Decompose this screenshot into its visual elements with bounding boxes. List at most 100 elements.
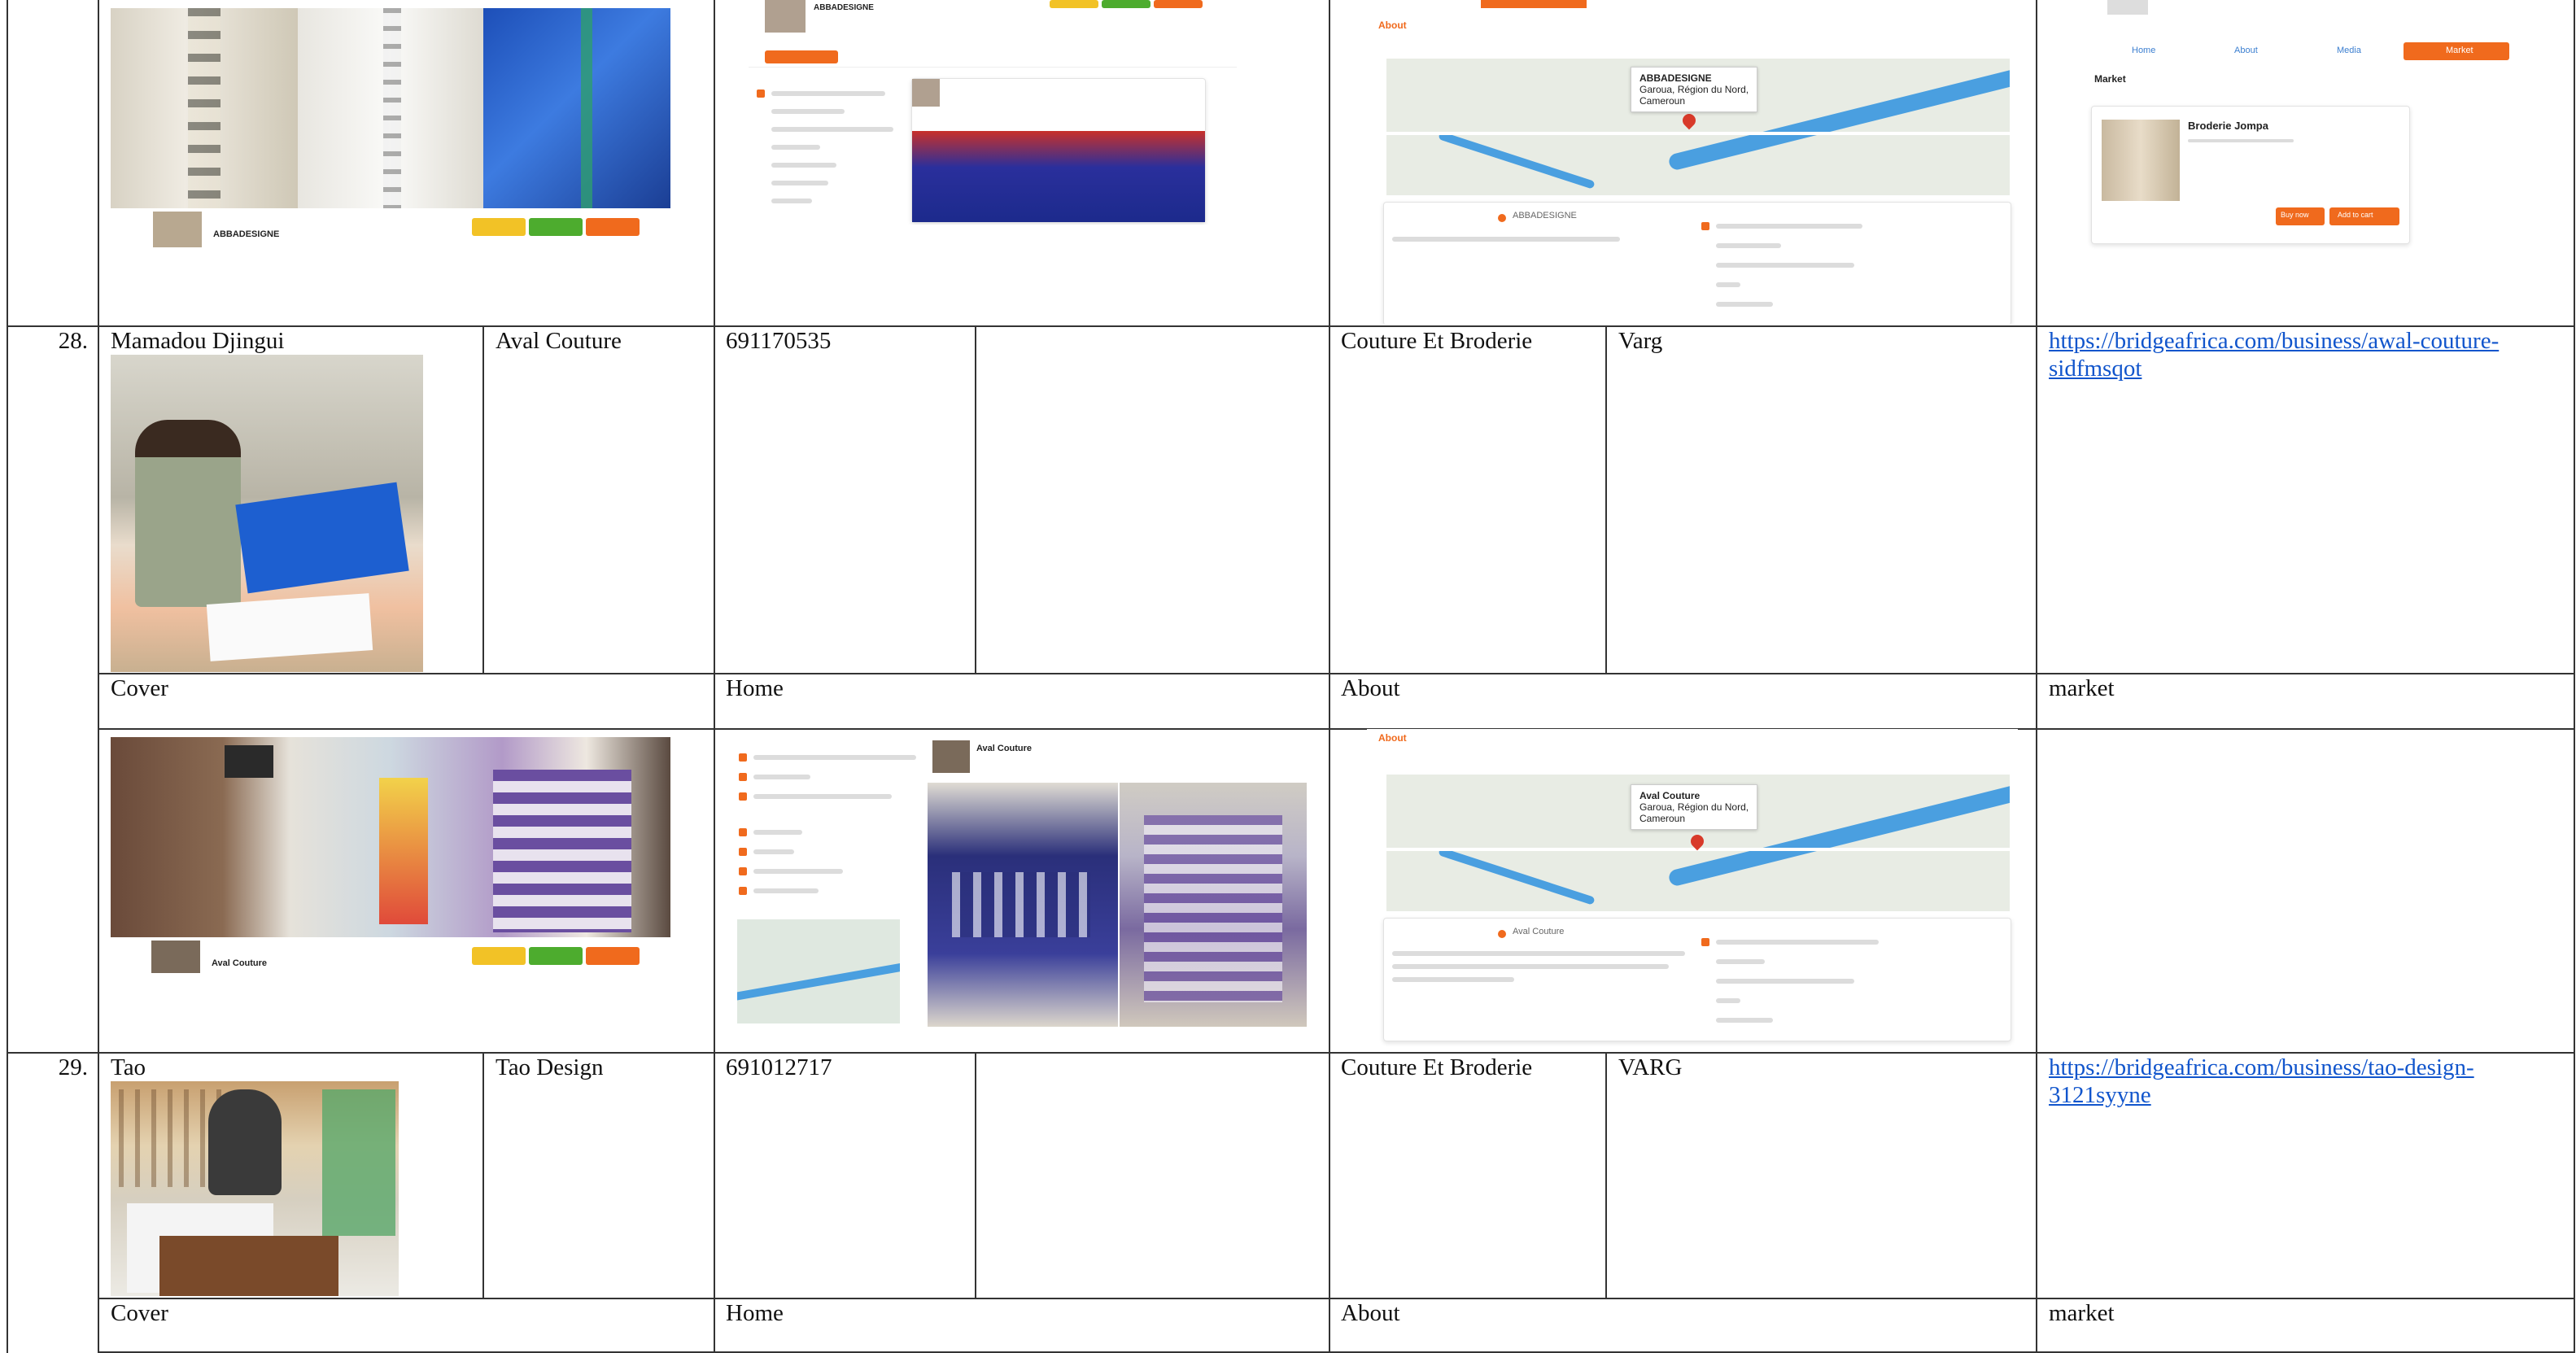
post-card [911, 78, 1206, 223]
info-line [753, 775, 810, 779]
avatar [2107, 0, 2148, 15]
info-line [753, 888, 819, 893]
tab-active[interactable] [765, 50, 838, 63]
tab-media[interactable]: Media [2337, 46, 2361, 55]
about-heading: About [1378, 732, 1407, 744]
garment [379, 778, 428, 924]
message-button[interactable] [529, 218, 583, 236]
cover-screenshot: Aval Couture [111, 737, 670, 975]
chair [322, 1089, 395, 1236]
table-divider [98, 0, 99, 1353]
category: Couture Et Broderie [1341, 328, 1533, 354]
avatar [765, 0, 806, 33]
home-business-name: ABBADESIGNE [814, 3, 874, 12]
cover-screenshot: ABBADESIGNE [111, 8, 670, 249]
river [1438, 131, 1596, 190]
avatar [153, 212, 202, 247]
ac-unit [225, 745, 273, 778]
business-link[interactable]: https://bridgeafrica.com/business/tao-de… [2049, 1054, 2537, 1109]
info-line [771, 109, 845, 114]
info-icon [757, 89, 765, 98]
map-bubble-line: Cameroun [1639, 95, 1686, 107]
message-button[interactable] [529, 947, 583, 965]
person-photo [111, 1081, 399, 1296]
info-icon [739, 753, 747, 762]
pattern [1144, 815, 1282, 1002]
row-number: 29. [58, 1054, 88, 1080]
business-link[interactable]: https://bridgeafrica.com/business/awal-c… [2049, 327, 2537, 382]
market-heading: Market [2094, 73, 2126, 85]
follow-button[interactable] [472, 218, 526, 236]
tab-market[interactable]: Market [2404, 42, 2509, 60]
business-link-text[interactable]: sidfmsqot [2049, 356, 2142, 382]
community-button [1154, 0, 1203, 8]
product-card[interactable]: Broderie Jompa Buy now Add to cart [2091, 106, 2410, 244]
info-line [771, 127, 893, 132]
info-line [1716, 940, 1879, 945]
table-border-right [2574, 0, 2575, 1353]
cover-business-name: Aval Couture [212, 958, 268, 968]
label-cover: Cover [111, 1300, 168, 1326]
info-icon [1701, 222, 1709, 230]
business-link-text[interactable]: https://bridgeafrica.com/business/awal-c… [2049, 328, 2499, 354]
info-line [771, 199, 812, 203]
info-icon [739, 828, 747, 836]
add-to-cart-button[interactable]: Add to cart [2329, 207, 2399, 225]
table-border-left [7, 0, 8, 1353]
product-title: Broderie Jompa [2188, 120, 2268, 132]
road [1386, 132, 2010, 135]
community-button[interactable] [586, 947, 640, 965]
info-line [1716, 263, 1854, 268]
buy-now-label: Buy now [2281, 211, 2309, 219]
table-divider [1605, 1052, 1607, 1299]
group: VARG [1618, 1054, 1683, 1080]
label-cover: Cover [111, 675, 168, 701]
info-line [1716, 224, 1862, 229]
info-line [771, 145, 820, 150]
post-image [928, 783, 1118, 1027]
label-market: market [2049, 1300, 2115, 1326]
home-screenshot: ABBADESIGNE [749, 0, 1237, 225]
location-icon [1498, 214, 1506, 222]
tab-about[interactable]: About [2234, 46, 2258, 55]
about-screenshot: About Aval Couture Garoua, Région du Nor… [1367, 729, 2018, 1046]
table-divider [482, 325, 484, 674]
category: Couture Et Broderie [1341, 1054, 1533, 1080]
home-screenshot: Aval Couture [729, 732, 1308, 1033]
home-business-name: Aval Couture [976, 744, 1033, 753]
info-line [1716, 282, 1740, 287]
label-market: market [2049, 675, 2115, 701]
river [1438, 847, 1596, 906]
location-icon [1498, 930, 1506, 938]
map-bubble: ABBADESIGNE Garoua, Région du Nord, Came… [1631, 67, 1758, 112]
business-name: Aval Couture [496, 328, 622, 354]
buy-now-button[interactable]: Buy now [2276, 207, 2325, 225]
community-button[interactable] [586, 218, 640, 236]
product-desc [2188, 139, 2294, 142]
follow-button[interactable] [472, 947, 526, 965]
info-line [1716, 1018, 1773, 1023]
avatar [151, 941, 200, 973]
map-bubble-line: Garoua, Région du Nord, [1639, 801, 1749, 813]
about-city: ABBADESIGNE [1513, 211, 1577, 220]
business-link-text[interactable]: https://bridgeafrica.com/business/tao-de… [2049, 1054, 2474, 1080]
post-image [912, 131, 1205, 222]
tab-bar [749, 47, 1237, 68]
person-name: Mamadou Djingui [111, 328, 285, 354]
info-icon [739, 773, 747, 781]
document-page: ABBADESIGNE ABBADESIGNE About ABBADESIGN… [0, 0, 2576, 1353]
garment [493, 770, 631, 932]
table-divider [975, 1052, 976, 1299]
tab-home[interactable]: Home [2132, 46, 2155, 55]
business-link-text[interactable]: 3121syyne [2049, 1082, 2151, 1108]
phone-number: 691170535 [726, 328, 832, 354]
table-divider [482, 1052, 484, 1299]
cover-business-name: ABBADESIGNE [213, 229, 280, 239]
mini-map [737, 919, 900, 1023]
add-to-cart-label: Add to cart [2338, 211, 2373, 219]
row-number: 28. [58, 328, 88, 354]
map: Aval Couture Garoua, Région du Nord, Cam… [1386, 775, 2010, 911]
table-divider [975, 325, 976, 674]
info-icon [739, 792, 747, 801]
label-home: Home [726, 1300, 784, 1326]
